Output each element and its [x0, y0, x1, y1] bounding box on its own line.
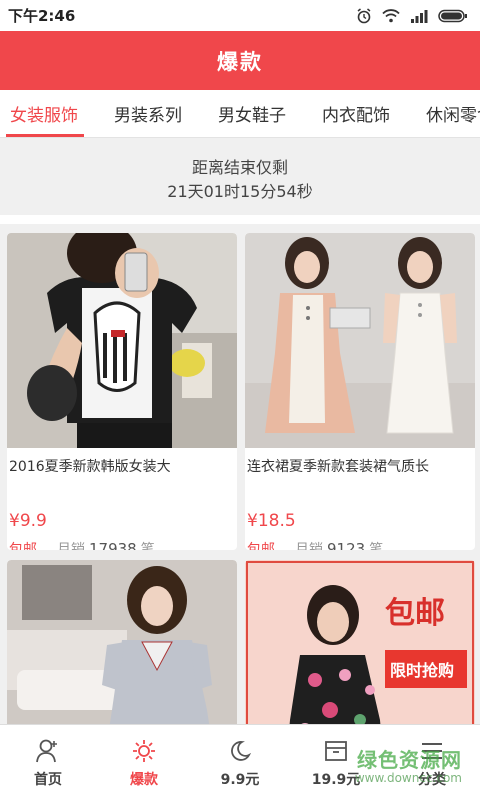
product-name: 连衣裙夏季新款套装裙气质长	[247, 459, 429, 475]
shipping-badge: 包邮	[247, 542, 275, 550]
product-price: ¥18.5	[247, 511, 296, 531]
category-tabs: 女装服饰 男装系列 男女鞋子 内衣配饰 休闲零食	[0, 90, 480, 138]
product-card[interactable]: 2016夏季新款韩版女装大 ¥9.9 包邮 月销 17938 笔	[7, 233, 237, 550]
tab-label: 男女鞋子	[218, 106, 286, 126]
product-meta: 包邮 月销 9123 笔	[245, 535, 475, 550]
moon-icon	[226, 737, 254, 765]
product-photo-tshirt	[7, 233, 237, 448]
battery-icon	[438, 9, 467, 22]
product-image[interactable]	[7, 560, 237, 724]
shipping-badge: 包邮	[9, 542, 37, 550]
page-title: 爆款	[217, 49, 263, 74]
product-image[interactable]	[7, 233, 237, 448]
product-image[interactable]: 包邮 限时抢购	[245, 560, 475, 724]
banner-limited-sale: 限时抢购	[390, 661, 455, 680]
sales-count: 17938	[89, 540, 137, 550]
sales-unit: 笔	[140, 542, 155, 550]
nav-label: 首页	[34, 772, 62, 788]
box-icon	[322, 737, 350, 765]
status-icons	[356, 7, 468, 24]
product-photo-floral-dress	[245, 560, 475, 724]
product-grid: 2016夏季新款韩版女装大 ¥9.9 包邮 月销 17938 笔 连衣裙夏季新款…	[0, 224, 480, 724]
alarm-icon	[357, 7, 371, 23]
nav-label: 分类	[418, 772, 446, 788]
sun-icon	[130, 737, 158, 765]
monthly-sales: 月销 9123 笔	[295, 539, 383, 550]
tab-underwear-accessories[interactable]: 内衣配饰	[312, 90, 402, 137]
nav-label: 爆款	[130, 772, 158, 788]
product-meta: 包邮 月销 17938 笔	[7, 535, 237, 550]
banner-free-shipping: 包邮	[385, 596, 445, 631]
product-price: ¥9.9	[9, 511, 47, 531]
app-header: 爆款	[0, 31, 480, 90]
product-card[interactable]	[7, 560, 237, 724]
signal-icon	[411, 9, 428, 23]
tab-snacks[interactable]: 休闲零食	[416, 90, 480, 137]
product-card[interactable]: 包邮 限时抢购	[245, 560, 475, 724]
nav-9-9[interactable]: 9.9元	[192, 725, 288, 800]
sales-label: 月销	[295, 542, 323, 550]
countdown-label: 距离结束仅剩	[191, 158, 288, 177]
home-person-icon	[34, 737, 62, 765]
status-bar: 下午2:46	[0, 0, 480, 31]
countdown-timer: 21天01时15分54秒	[167, 182, 313, 201]
menu-icon	[418, 737, 446, 765]
product-photo-grey-dress	[7, 560, 237, 724]
nav-hot[interactable]: 爆款	[96, 725, 192, 800]
divider	[0, 215, 480, 224]
tab-shoes[interactable]: 男女鞋子	[208, 90, 298, 137]
tab-label: 休闲零食	[426, 106, 480, 126]
bottom-nav: 首页 爆款 9.9元 19.9元 分类	[0, 724, 480, 800]
sales-label: 月销	[57, 542, 85, 550]
sales-count: 9123	[327, 540, 366, 550]
tab-label: 内衣配饰	[322, 106, 390, 126]
tab-label: 男装系列	[114, 106, 182, 126]
tab-womens-clothing[interactable]: 女装服饰	[0, 90, 90, 137]
nav-label: 9.9元	[220, 772, 260, 788]
tab-label: 女装服饰	[10, 106, 78, 126]
nav-home[interactable]: 首页	[0, 725, 96, 800]
countdown-panel: 距离结束仅剩 21天01时15分54秒	[0, 139, 480, 215]
monthly-sales: 月销 17938 笔	[57, 539, 155, 550]
tab-mens-series[interactable]: 男装系列	[104, 90, 194, 137]
product-image[interactable]	[245, 233, 475, 448]
nav-19-9[interactable]: 19.9元	[288, 725, 384, 800]
product-card[interactable]: 连衣裙夏季新款套装裙气质长 ¥18.5 包邮 月销 9123 笔	[245, 233, 475, 550]
nav-category[interactable]: 分类	[384, 725, 480, 800]
nav-label: 19.9元	[311, 772, 361, 788]
status-time: 下午2:46	[8, 7, 76, 25]
wifi-icon	[382, 8, 400, 22]
sales-unit: 笔	[369, 542, 384, 550]
product-photo-dress	[245, 233, 475, 448]
product-name: 2016夏季新款韩版女装大	[9, 459, 171, 475]
